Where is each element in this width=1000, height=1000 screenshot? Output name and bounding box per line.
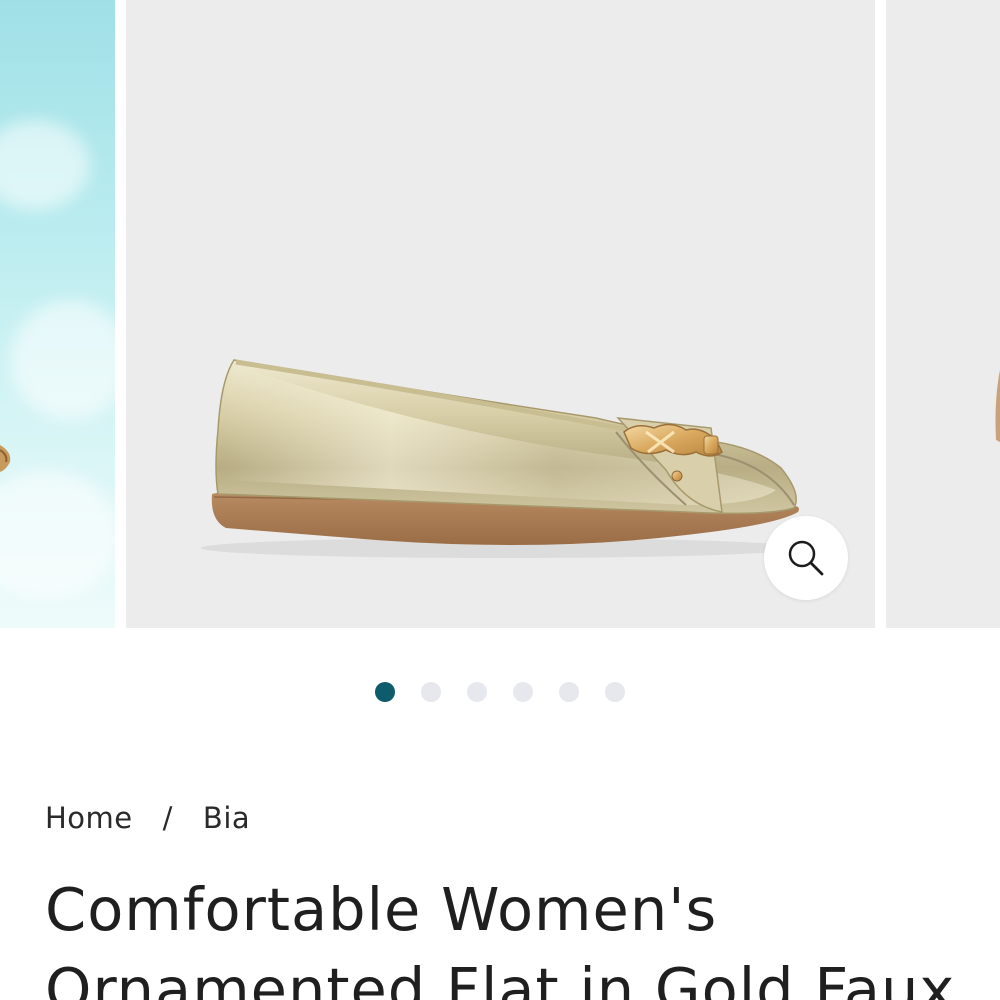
carousel-slide-next[interactable] — [886, 0, 1000, 628]
carousel-dot[interactable] — [467, 682, 487, 702]
carousel-dot[interactable] — [421, 682, 441, 702]
magnifier-icon — [788, 540, 824, 576]
breadcrumb-home-link[interactable]: Home — [45, 801, 133, 835]
carousel-dot[interactable] — [513, 682, 533, 702]
product-image-carousel[interactable] — [0, 0, 1000, 628]
carousel-slide-previous[interactable] — [0, 0, 115, 628]
sandal-strap-image — [0, 445, 11, 472]
next-shoe-image — [995, 370, 1000, 442]
product-title: Comfortable Women's Ornamented Flat in G… — [45, 875, 956, 1000]
carousel-dot[interactable] — [375, 682, 395, 702]
carousel-slide-current[interactable] — [126, 0, 875, 628]
breadcrumb-current-link[interactable]: Bia — [203, 801, 250, 835]
zoom-button[interactable] — [764, 516, 848, 600]
carousel-pagination — [0, 682, 1000, 702]
breadcrumb: Home / Bia — [45, 798, 250, 838]
carousel-dot[interactable] — [605, 682, 625, 702]
product-page: Home / Bia Comfortable Women's Ornamente… — [0, 0, 1000, 1000]
gold-flat-shoe-image — [201, 359, 801, 558]
carousel-dot[interactable] — [559, 682, 579, 702]
breadcrumb-separator: / — [162, 801, 173, 835]
